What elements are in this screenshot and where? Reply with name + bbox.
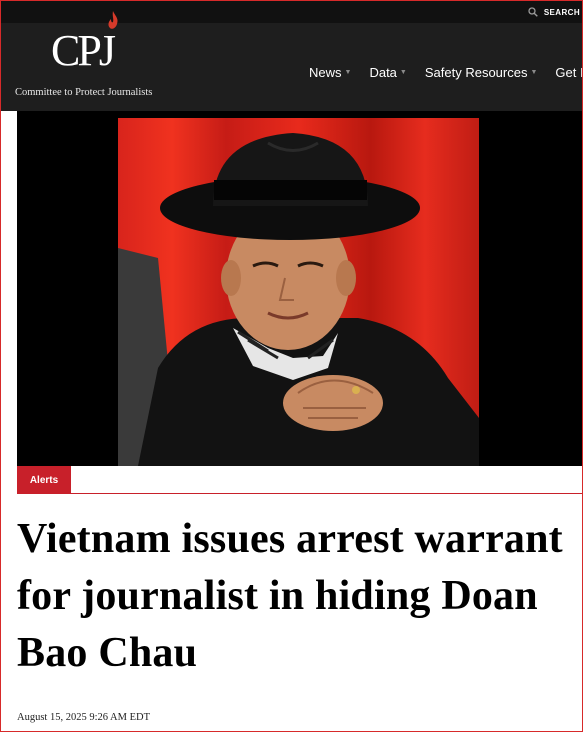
nav-label: Safety Resources [424, 65, 528, 80]
nav-label: News [309, 65, 342, 80]
category-tag-alerts[interactable]: Alerts [17, 466, 71, 494]
page-frame: SEARCH CPJ Committee to Protect Journali… [0, 0, 583, 732]
nav-label: Data [369, 65, 397, 80]
article-date: August 15, 2025 9:26 AM EDT [17, 712, 151, 723]
chevron-down-icon: ▼ [530, 69, 538, 76]
logo-tagline: Committee to Protect Journalists [15, 87, 153, 98]
nav-item-safety-resources[interactable]: Safety Resources ▼ [425, 65, 538, 80]
flame-icon [108, 11, 118, 29]
portrait-photo [118, 118, 479, 466]
search-icon [528, 7, 538, 17]
logo-text: CPJ [51, 26, 116, 75]
nav-item-get-involved[interactable]: Get Invo [555, 65, 582, 80]
top-bar: SEARCH [1, 1, 582, 23]
nav-label: Get Invo [555, 65, 582, 80]
category-divider [71, 493, 582, 494]
hero-image [17, 111, 582, 466]
main-nav: News ▼ Data ▼ Safety Resources ▼ Get Inv… [309, 65, 582, 80]
chevron-down-icon: ▼ [344, 69, 352, 76]
category-row: Alerts [17, 466, 582, 495]
cpj-logo[interactable]: CPJ [51, 11, 121, 79]
nav-item-news[interactable]: News ▼ [309, 65, 351, 80]
nav-item-data[interactable]: Data ▼ [369, 65, 406, 80]
article-headline: Vietnam issues arrest warrant for journa… [17, 516, 563, 676]
site-header: SEARCH CPJ Committee to Protect Journali… [1, 1, 582, 111]
chevron-down-icon: ▼ [399, 69, 407, 76]
search-button[interactable]: SEARCH [528, 3, 582, 21]
search-label: SEARCH [543, 7, 580, 17]
